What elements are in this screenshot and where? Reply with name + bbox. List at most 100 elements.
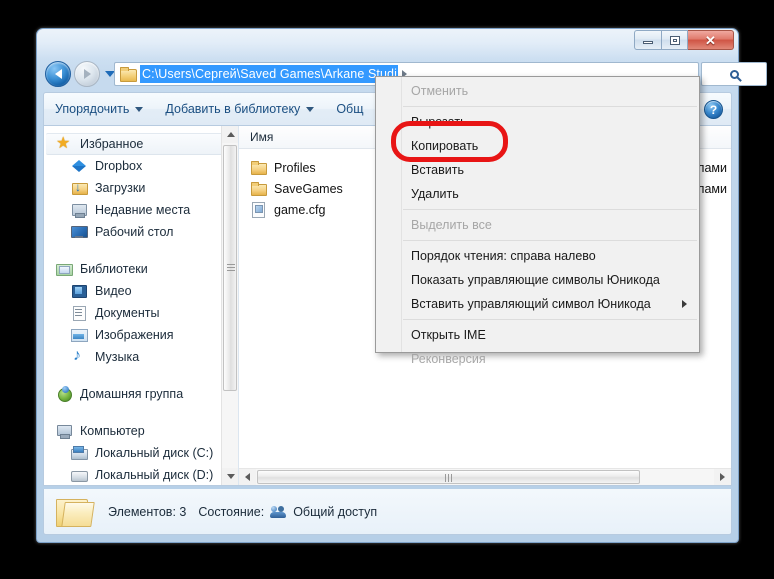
search-input[interactable] <box>701 62 767 86</box>
music-icon <box>71 347 88 365</box>
sidebar-item-label: Локальный диск (C:) <box>95 446 214 460</box>
sidebar-item-recent-places[interactable]: Недавние места <box>44 199 238 221</box>
sidebar-item-label: Видео <box>95 284 132 298</box>
file-name: Profiles <box>274 160 316 175</box>
sidebar-item-label: Документы <box>95 306 160 320</box>
help-button[interactable]: ? <box>702 98 725 121</box>
scroll-down-button[interactable] <box>222 468 238 485</box>
scrollbar-thumb[interactable] <box>223 145 237 391</box>
scrollbar-grip-icon <box>444 474 446 482</box>
menu-item-label: Порядок чтения: справа налево <box>411 249 596 263</box>
navigation-tree: Избранное Dropbox Загрузки Недавние мест… <box>44 126 238 485</box>
sidebar-group-label: Библиотеки <box>80 262 148 276</box>
search-icon <box>729 69 739 79</box>
menu-item-label: Открыть IME <box>411 328 486 342</box>
chevron-left-icon <box>245 473 250 481</box>
add-to-library-button[interactable]: Добавить в библиотеку <box>154 93 325 125</box>
column-header-name[interactable]: Имя <box>250 130 273 144</box>
star-icon <box>56 133 73 153</box>
sidebar-item-pictures[interactable]: Изображения <box>44 324 238 346</box>
sidebar-item-music[interactable]: Музыка <box>44 346 238 368</box>
dropbox-icon <box>71 158 88 174</box>
open-folder-icon <box>54 495 94 529</box>
context-menu-item-reading-order[interactable]: Порядок чтения: справа налево <box>376 244 699 268</box>
context-menu-item-select-all[interactable]: Выделить все <box>376 213 699 237</box>
menu-item-label: Выделить все <box>411 218 492 232</box>
folder-icon <box>250 181 267 197</box>
scroll-left-button[interactable] <box>239 469 256 485</box>
sidebar-group-homegroup[interactable]: Домашняя группа <box>44 383 238 405</box>
address-input[interactable]: C:\Users\Сергей\Saved Games\Arkane Studi <box>140 65 398 83</box>
context-menu-item-insert-unicode-control-char[interactable]: Вставить управляющий символ Юникода <box>376 292 699 316</box>
maximize-button[interactable] <box>661 30 688 50</box>
context-menu-item-undo[interactable]: Отменить <box>376 79 699 103</box>
computer-icon <box>56 423 73 439</box>
sidebar-item-desktop[interactable]: Рабочий стол <box>44 221 238 243</box>
forward-button[interactable] <box>74 61 100 87</box>
context-menu-item-open-ime[interactable]: Открыть IME <box>376 323 699 347</box>
sidebar-item-drive-d[interactable]: Локальный диск (D:) <box>44 464 238 485</box>
hard-drive-icon <box>71 467 88 483</box>
scrollbar-thumb[interactable] <box>257 470 640 484</box>
pictures-icon <box>71 327 88 343</box>
menu-item-label: Реконверсия <box>411 352 486 366</box>
desktop-icon <box>71 224 88 240</box>
sidebar-item-dropbox[interactable]: Dropbox <box>44 155 238 177</box>
context-menu-item-show-unicode-control-chars[interactable]: Показать управляющие символы Юникода <box>376 268 699 292</box>
file-list-horizontal-scrollbar[interactable] <box>239 468 731 485</box>
add-to-library-label: Добавить в библиотеку <box>165 102 301 116</box>
organize-label: Упорядочить <box>55 102 130 116</box>
item-count-label: Элементов: 3 <box>108 504 187 519</box>
menu-item-label: Копировать <box>411 139 479 153</box>
navigation-pane-scrollbar[interactable] <box>221 126 238 485</box>
navigation-pane: Избранное Dropbox Загрузки Недавние мест… <box>44 126 238 485</box>
context-menu-item-cut[interactable]: Вырезать <box>376 110 699 134</box>
sidebar-item-label: Dropbox <box>95 159 143 173</box>
context-menu-item-reconversion[interactable]: Реконверсия <box>376 347 699 371</box>
shared-users-icon <box>270 505 287 519</box>
sidebar-group-favorites[interactable]: Избранное <box>46 133 234 155</box>
folder-icon <box>120 67 137 82</box>
file-type: лами <box>697 181 727 196</box>
recent-places-icon <box>71 202 88 218</box>
sidebar-item-downloads[interactable]: Загрузки <box>44 177 238 199</box>
scroll-right-button[interactable] <box>714 469 731 485</box>
context-menu-item-paste[interactable]: Вставить <box>376 158 699 182</box>
sidebar-group-computer[interactable]: Компьютер <box>44 420 238 442</box>
menu-separator <box>403 209 697 210</box>
sidebar-item-label: Изображения <box>95 328 174 342</box>
organize-button[interactable]: Упорядочить <box>44 93 154 125</box>
sidebar-group-label: Компьютер <box>80 424 145 438</box>
context-menu-item-delete[interactable]: Удалить <box>376 182 699 206</box>
close-icon: ✕ <box>705 32 716 48</box>
documents-icon <box>71 305 88 321</box>
chevron-up-icon <box>226 132 235 137</box>
file-name: game.cfg <box>274 202 326 217</box>
back-button[interactable] <box>45 61 71 87</box>
folder-icon <box>250 160 267 176</box>
libraries-icon <box>56 261 73 277</box>
context-menu-item-copy[interactable]: Копировать <box>376 134 699 158</box>
sidebar-item-label: Рабочий стол <box>95 225 174 239</box>
sidebar-item-label: Музыка <box>95 350 140 364</box>
sidebar-item-label: Локальный диск (D:) <box>95 468 214 482</box>
sidebar-item-video[interactable]: Видео <box>44 280 238 302</box>
minimize-icon <box>643 41 653 44</box>
sidebar-item-drive-c[interactable]: Локальный диск (C:) <box>44 442 238 464</box>
context-menu: Отменить Вырезать Копировать Вставить Уд… <box>375 76 700 366</box>
sidebar-group-libraries[interactable]: Библиотеки <box>44 258 238 280</box>
close-button[interactable]: ✕ <box>688 30 734 50</box>
scroll-up-button[interactable] <box>222 126 238 143</box>
menu-item-label: Вырезать <box>411 115 467 129</box>
config-file-icon <box>250 201 267 218</box>
sidebar-group-label: Домашняя группа <box>80 387 184 401</box>
menu-item-label: Вставить <box>411 163 464 177</box>
help-icon: ? <box>704 100 723 119</box>
sidebar-item-documents[interactable]: Документы <box>44 302 238 324</box>
share-with-button[interactable]: Общ <box>325 93 374 125</box>
title-bar[interactable]: ✕ <box>37 29 738 59</box>
minimize-button[interactable] <box>634 30 661 50</box>
